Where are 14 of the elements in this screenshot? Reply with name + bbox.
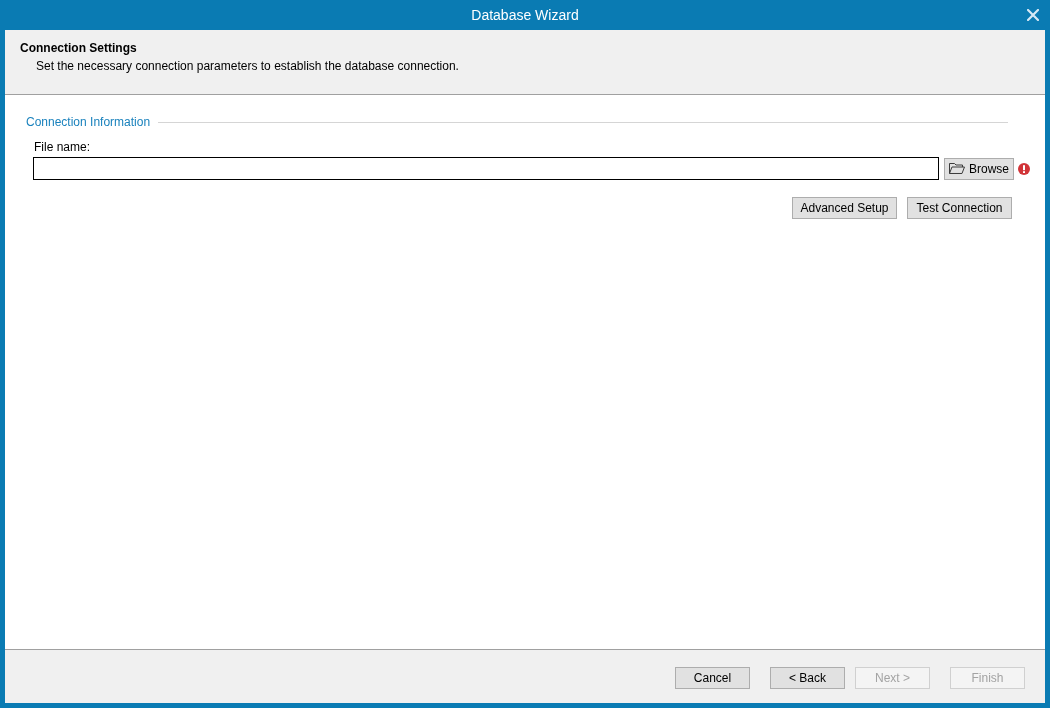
action-button[interactable]: Test Connection [907, 197, 1012, 219]
input-field[interactable] [33, 157, 939, 180]
window-title: Database Wizard [471, 7, 579, 23]
footer-button[interactable]: Cancel [675, 667, 750, 689]
footer-button[interactable]: < Back [770, 667, 845, 689]
page-heading: Connection Settings [20, 41, 137, 55]
close-icon [1027, 9, 1039, 21]
folder-icon [949, 162, 965, 175]
group-title: Connection Information [26, 115, 151, 129]
action-button[interactable]: Advanced Setup [792, 197, 897, 219]
field-label: File name: [34, 140, 91, 154]
close-button[interactable] [1026, 8, 1040, 22]
browse-button[interactable]: Browse [944, 157, 1014, 180]
page-description: Set the necessary connection parameters to establish the database connection. [36, 59, 459, 73]
